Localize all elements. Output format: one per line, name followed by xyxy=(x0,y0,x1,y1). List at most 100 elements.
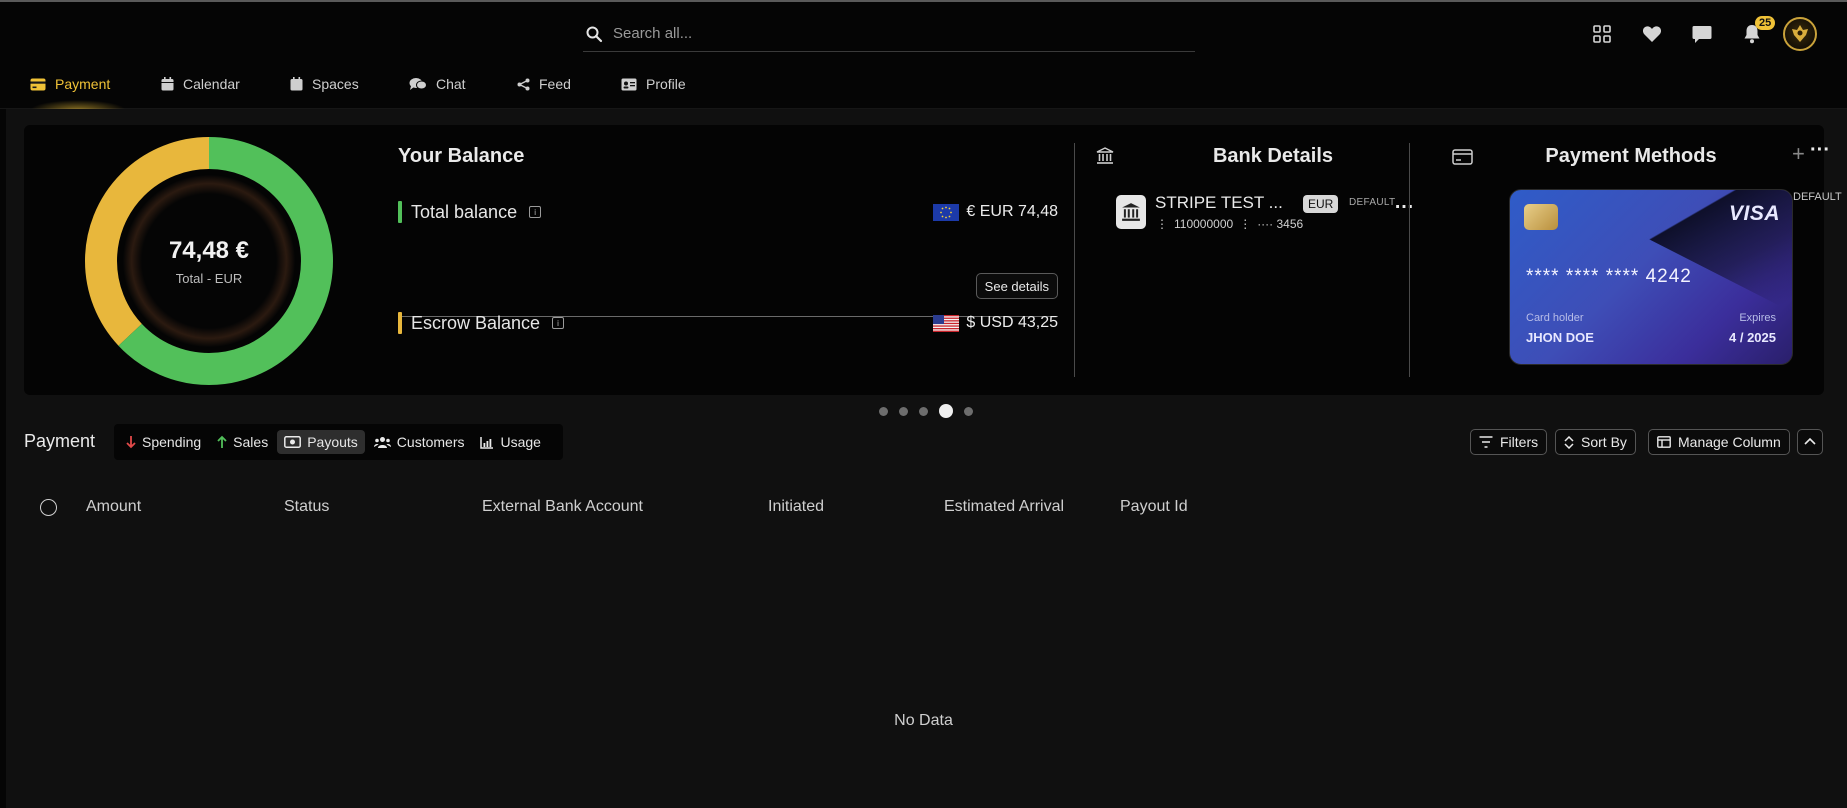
sort-by-button[interactable]: Sort By xyxy=(1555,429,1636,455)
bank-building-icon xyxy=(1122,203,1140,221)
sort-by-label: Sort By xyxy=(1581,434,1627,450)
crest-logo-icon xyxy=(1792,25,1808,42)
tab-label: Feed xyxy=(539,76,571,92)
tab-feed[interactable]: Feed xyxy=(517,70,571,98)
column-estimated-arrival[interactable]: Estimated Arrival xyxy=(944,498,1064,516)
chevron-up-icon xyxy=(1804,437,1816,445)
top-bar: 25 xyxy=(0,2,1847,62)
payment-segment-control: Spending Sales Payouts Customers Usage xyxy=(114,424,563,460)
tab-spaces[interactable]: Spaces xyxy=(290,70,359,98)
tab-label: Profile xyxy=(646,76,686,92)
chat-icon xyxy=(409,78,427,90)
carousel-dot-active[interactable] xyxy=(939,404,953,418)
favorites-button[interactable] xyxy=(1627,16,1677,52)
users-icon xyxy=(373,436,391,448)
escrow-balance-amount: $ USD 43,25 xyxy=(966,314,1058,331)
segment-customers[interactable]: Customers xyxy=(367,430,472,454)
search-bar xyxy=(583,16,1195,52)
default-label: DEFAULT xyxy=(1793,191,1842,203)
bank-logo xyxy=(1116,195,1146,229)
card-chip-icon xyxy=(1524,204,1558,230)
currency-chip: EUR xyxy=(1303,195,1339,213)
column-initiated[interactable]: Initiated xyxy=(768,498,824,516)
segment-label: Customers xyxy=(396,434,465,450)
id-card-icon xyxy=(621,78,637,90)
segment-usage[interactable]: Usage xyxy=(473,430,547,454)
filters-label: Filters xyxy=(1500,434,1539,450)
info-icon[interactable]: i xyxy=(552,317,565,329)
tab-profile[interactable]: Profile xyxy=(621,70,686,98)
bank-title: Bank Details xyxy=(1212,145,1334,167)
column-status[interactable]: Status xyxy=(284,498,329,516)
column-payout-id[interactable]: Payout Id xyxy=(1120,498,1188,516)
total-balance-label: Total balance xyxy=(411,201,518,222)
filters-button[interactable]: Filters xyxy=(1470,429,1548,455)
donut-amount: 74,48 € xyxy=(168,236,250,264)
spaces-icon xyxy=(290,77,303,91)
manage-column-button[interactable]: Manage Column xyxy=(1648,429,1790,455)
donut-center: 74,48 € Total - EUR xyxy=(79,131,339,391)
total-balance-amount: € EUR 74,48 xyxy=(966,203,1058,220)
avatar[interactable] xyxy=(1783,17,1817,51)
card-expires-value: 4 / 2025 xyxy=(1729,330,1776,345)
balance-donut-chart: 74,48 € Total - EUR xyxy=(79,131,339,391)
see-details-button[interactable]: See details xyxy=(975,273,1058,299)
grid-icon xyxy=(1593,25,1611,43)
calendar-icon xyxy=(161,77,174,91)
payment-methods-more-button[interactable]: ··· xyxy=(1810,139,1830,162)
section-divider xyxy=(1409,143,1410,377)
segment-sales[interactable]: Sales xyxy=(210,430,275,454)
main-nav: Payment Calendar Spaces Chat Feed Profil… xyxy=(0,62,1847,110)
balance-card: 74,48 € Total - EUR Your Balance Total b… xyxy=(24,125,1842,395)
add-payment-method-button[interactable]: + xyxy=(1792,141,1805,167)
credit-card-icon xyxy=(30,78,46,90)
segment-label: Spending xyxy=(142,434,202,450)
segment-payouts[interactable]: Payouts xyxy=(277,430,365,454)
table-header: Amount Status External Bank Account Init… xyxy=(24,496,1824,520)
bank-icon xyxy=(1096,147,1114,164)
tab-label: Calendar xyxy=(183,76,240,92)
segment-spending[interactable]: Spending xyxy=(119,430,208,454)
escrow-balance-row: Escrow Balance i $ USD 43,25 xyxy=(398,311,1058,335)
carousel-dot[interactable] xyxy=(879,406,888,416)
tab-chat[interactable]: Chat xyxy=(409,70,466,98)
select-all-radio[interactable] xyxy=(40,499,57,516)
segment-label: Sales xyxy=(233,434,269,450)
chart-icon xyxy=(480,436,494,449)
payment-section-title: Payment xyxy=(24,431,96,451)
balance-title: Your Balance xyxy=(398,145,525,167)
info-icon[interactable]: i xyxy=(529,206,542,218)
apps-button[interactable] xyxy=(1577,16,1627,52)
columns-icon xyxy=(1657,436,1671,448)
your-balance: Your Balance Total balance i € EUR 74,48… xyxy=(398,145,1058,334)
total-balance-row: Total balance i € EUR 74,48 xyxy=(398,200,1058,224)
bank-more-button[interactable]: … xyxy=(1394,191,1414,214)
column-amount[interactable]: Amount xyxy=(86,498,141,516)
us-flag-icon xyxy=(933,314,960,332)
share-icon xyxy=(517,78,530,90)
tab-calendar[interactable]: Calendar xyxy=(161,70,240,98)
segment-label: Usage xyxy=(500,434,541,450)
money-icon xyxy=(284,436,302,448)
messages-button[interactable] xyxy=(1677,16,1727,52)
tab-label: Spaces xyxy=(312,76,359,92)
account-separator: ⋮ xyxy=(1239,217,1252,231)
search-input[interactable] xyxy=(613,25,1173,42)
eu-flag-icon xyxy=(933,203,960,221)
carousel-dot[interactable] xyxy=(899,406,908,416)
collapse-button[interactable] xyxy=(1797,429,1823,455)
visa-card[interactable]: VISA **** **** **** 4242 Card holder JHO… xyxy=(1509,189,1793,365)
carousel-dots xyxy=(879,404,973,418)
column-external-bank-account[interactable]: External Bank Account xyxy=(482,498,643,516)
top-icons: 25 xyxy=(1577,16,1817,52)
tab-payment[interactable]: Payment xyxy=(30,70,110,98)
notifications-button[interactable]: 25 xyxy=(1727,16,1777,52)
bank-header: Bank Details xyxy=(1094,145,1412,173)
bank-details: Bank Details STRIPE TEST ... EUR DEFAULT… xyxy=(1094,145,1414,231)
tab-label: Chat xyxy=(436,76,466,92)
card-expires-label: Expires xyxy=(1739,312,1776,324)
carousel-dot[interactable] xyxy=(919,406,928,416)
carousel-dot[interactable] xyxy=(964,406,973,416)
escrow-balance-marker xyxy=(398,312,402,334)
total-balance-value: € EUR 74,48 xyxy=(933,203,1058,221)
